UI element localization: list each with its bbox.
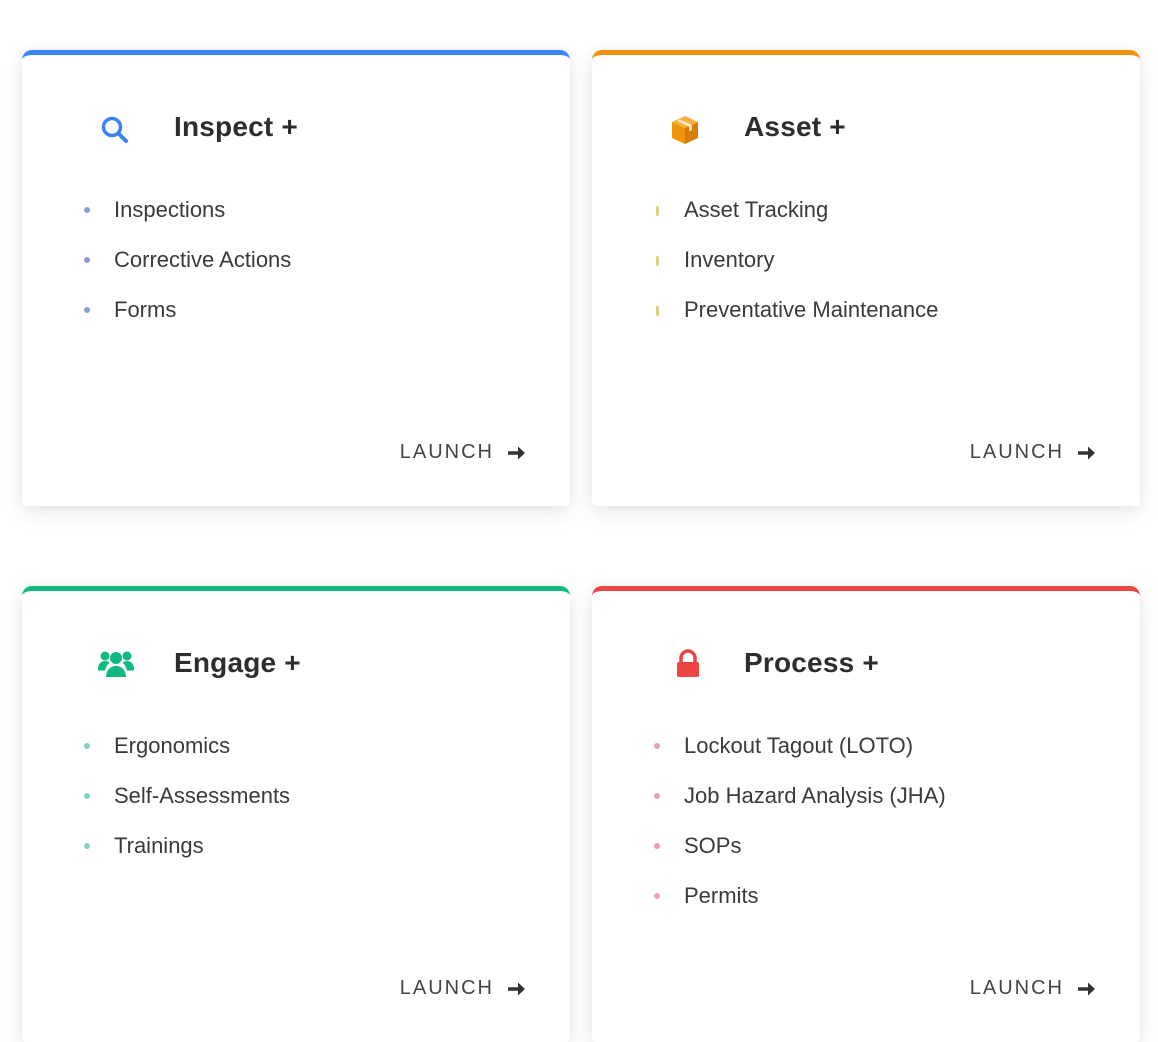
launch-label: LAUNCH bbox=[399, 977, 494, 999]
list-item: Forms bbox=[84, 297, 291, 347]
card-title[interactable]: Process + bbox=[744, 647, 879, 679]
card-title[interactable]: Asset + bbox=[744, 111, 846, 143]
launch-label: LAUNCH bbox=[969, 441, 1064, 463]
list-item: Job Hazard Analysis (JHA) bbox=[654, 783, 946, 833]
users-icon bbox=[98, 651, 134, 677]
list-item: Inventory bbox=[654, 247, 938, 297]
feature-list: Ergonomics Self-Assessments Trainings bbox=[84, 733, 290, 883]
list-item: Preventative Maintenance bbox=[654, 297, 938, 347]
list-item: Asset Tracking bbox=[654, 197, 938, 247]
card-title[interactable]: Engage + bbox=[174, 647, 301, 679]
list-item: Self-Assessments bbox=[84, 783, 290, 833]
feature-list: Inspections Corrective Actions Forms bbox=[84, 197, 291, 347]
list-item: Trainings bbox=[84, 833, 290, 883]
arrow-right-icon bbox=[508, 446, 525, 459]
search-icon bbox=[101, 116, 128, 143]
launch-button[interactable]: LAUNCH bbox=[970, 441, 1096, 464]
lock-icon bbox=[677, 649, 699, 677]
list-item: SOPs bbox=[654, 833, 946, 883]
asset-card: Asset + Asset Tracking Inventory Prevent… bbox=[592, 50, 1140, 506]
engage-card: Engage + Ergonomics Self-Assessments Tra… bbox=[22, 586, 570, 1042]
launch-label: LAUNCH bbox=[969, 977, 1064, 999]
list-item: Inspections bbox=[84, 197, 291, 247]
launch-button[interactable]: LAUNCH bbox=[400, 977, 526, 1000]
list-item: Permits bbox=[654, 883, 946, 933]
launch-label: LAUNCH bbox=[399, 441, 494, 463]
arrow-right-icon bbox=[508, 982, 525, 995]
process-card: Process + Lockout Tagout (LOTO) Job Haza… bbox=[592, 586, 1140, 1042]
arrow-right-icon bbox=[1078, 446, 1095, 459]
card-title[interactable]: Inspect + bbox=[174, 111, 298, 143]
launch-button[interactable]: LAUNCH bbox=[970, 977, 1096, 1000]
list-item: Lockout Tagout (LOTO) bbox=[654, 733, 946, 783]
inspect-card: Inspect + Inspections Corrective Actions… bbox=[22, 50, 570, 506]
list-item: Corrective Actions bbox=[84, 247, 291, 297]
feature-list: Asset Tracking Inventory Preventative Ma… bbox=[654, 197, 938, 347]
launch-button[interactable]: LAUNCH bbox=[400, 441, 526, 464]
list-item: Ergonomics bbox=[84, 733, 290, 783]
arrow-right-icon bbox=[1078, 982, 1095, 995]
feature-list: Lockout Tagout (LOTO) Job Hazard Analysi… bbox=[654, 733, 946, 933]
box-icon bbox=[672, 116, 698, 144]
